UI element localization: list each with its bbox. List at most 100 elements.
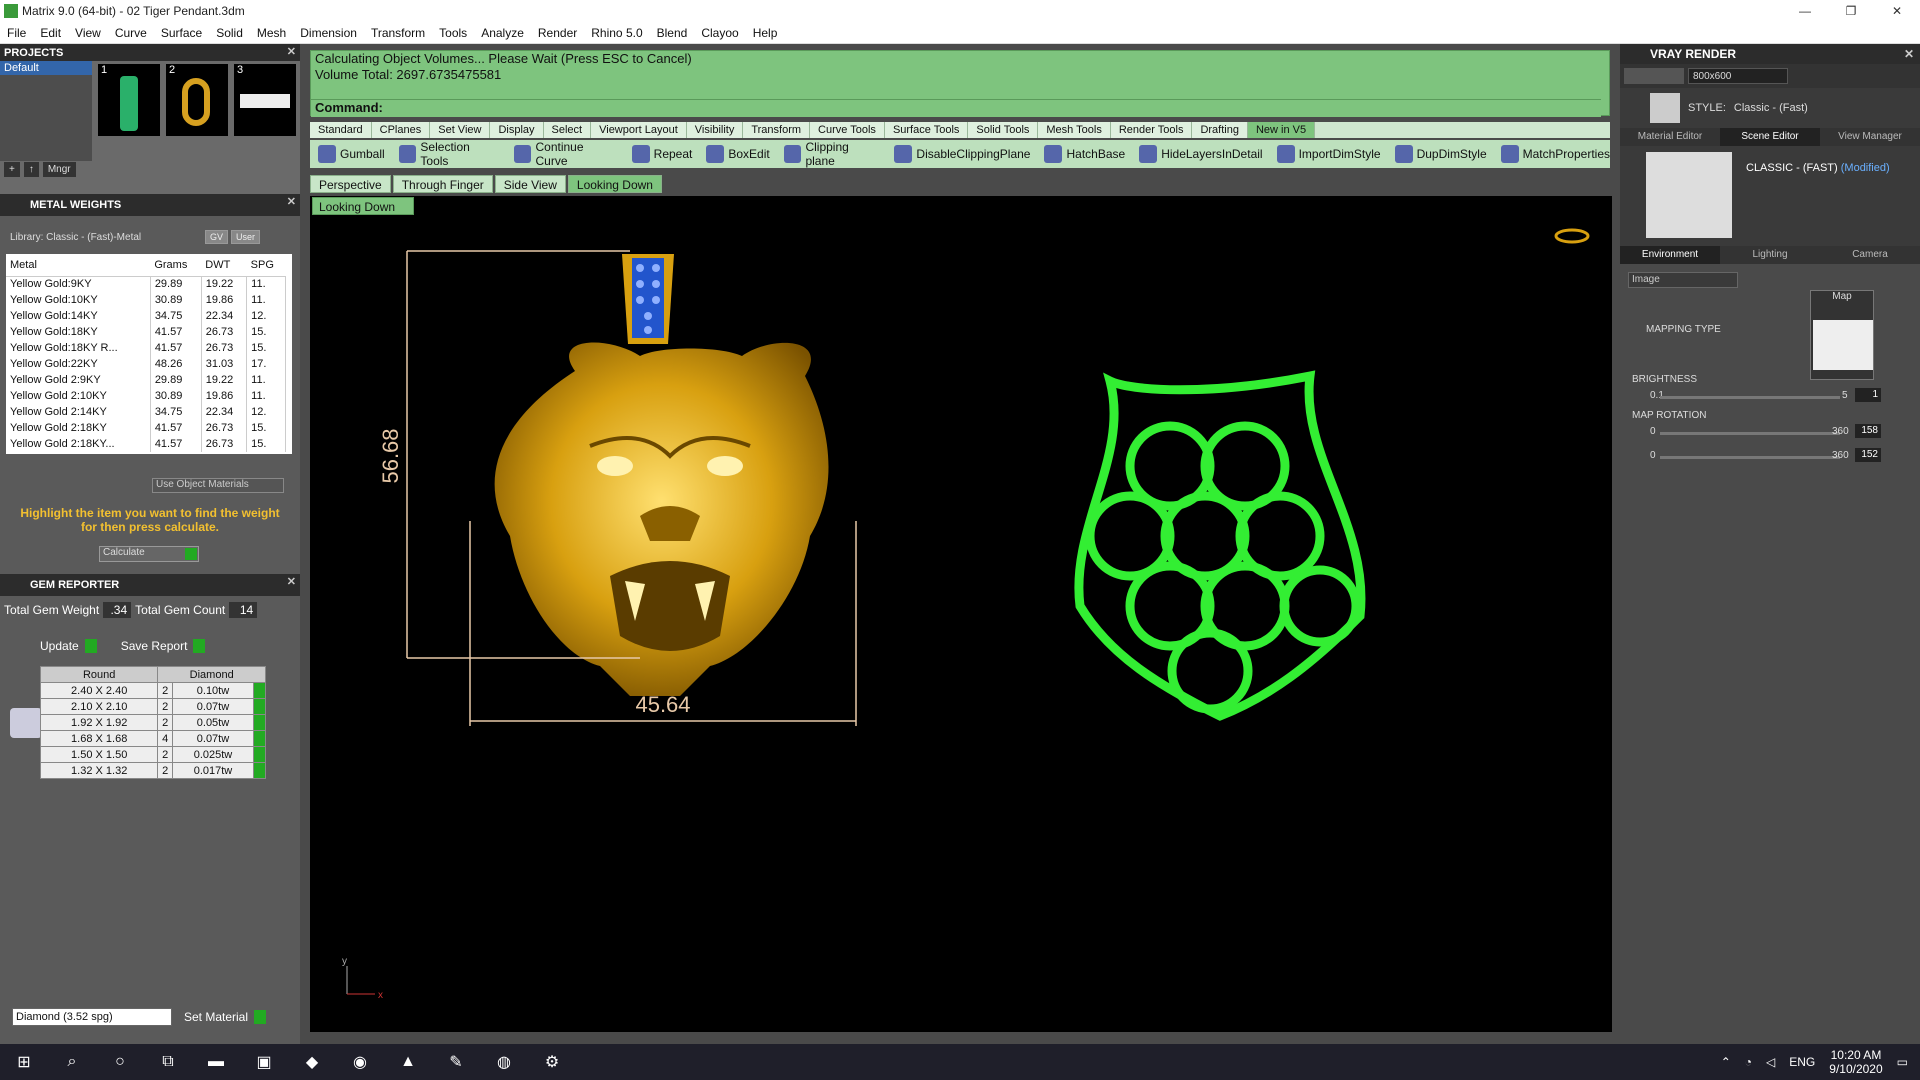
- col-grams[interactable]: Grams: [150, 254, 202, 277]
- env-type-select[interactable]: Image: [1628, 272, 1738, 288]
- toolbar-tab[interactable]: Set View: [430, 122, 491, 138]
- gv-button[interactable]: GV: [205, 230, 229, 244]
- metal-row[interactable]: Yellow Gold 2:18KY... 41.57 26.73 15.: [6, 436, 286, 452]
- render-icon[interactable]: [1624, 68, 1684, 84]
- menu-edit[interactable]: Edit: [33, 26, 68, 40]
- manager-button[interactable]: Mngr: [42, 162, 76, 177]
- menu-surface[interactable]: Surface: [154, 26, 209, 40]
- viewport-tab[interactable]: Looking Down: [567, 175, 662, 193]
- metal-row[interactable]: Yellow Gold:22KY 48.26 31.03 17.: [6, 356, 286, 372]
- toolbar-tab[interactable]: Mesh Tools: [1038, 122, 1111, 138]
- resolution-select[interactable]: 800x600: [1688, 68, 1788, 84]
- brightness-value[interactable]: 1: [1855, 388, 1881, 402]
- menu-help[interactable]: Help: [746, 26, 785, 40]
- metal-row[interactable]: Yellow Gold:18KY R... 41.57 26.73 15.: [6, 340, 286, 356]
- menu-clayoo[interactable]: Clayoo: [694, 26, 745, 40]
- toolbar-button[interactable]: MatchProperties: [1500, 145, 1610, 163]
- search-icon[interactable]: ⌕: [48, 1044, 96, 1080]
- close-icon[interactable]: ✕: [287, 575, 296, 588]
- toolbar-tab[interactable]: CPlanes: [371, 122, 431, 138]
- menu-blend[interactable]: Blend: [650, 26, 695, 40]
- app-gear-icon[interactable]: ⚙: [528, 1044, 576, 1080]
- map-box[interactable]: Map: [1810, 290, 1874, 380]
- metal-row[interactable]: Yellow Gold 2:14KY 34.75 22.34 12.: [6, 404, 286, 420]
- chrome-icon[interactable]: ◍: [480, 1044, 528, 1080]
- toolbar-button[interactable]: Clipping plane: [783, 140, 881, 168]
- play-icon[interactable]: [253, 682, 266, 699]
- wifi-icon[interactable]: ◔: [1745, 1055, 1752, 1069]
- up-button[interactable]: ↑: [23, 162, 39, 177]
- col-spg[interactable]: SPG: [246, 254, 286, 277]
- toolbar-button[interactable]: Selection Tools: [398, 140, 500, 168]
- app-script-icon[interactable]: ✎: [432, 1044, 480, 1080]
- menu-transform[interactable]: Transform: [364, 26, 432, 40]
- close-icon[interactable]: ✕: [287, 45, 296, 58]
- play-icon[interactable]: [253, 698, 266, 715]
- project-thumb-1[interactable]: 1: [98, 64, 160, 136]
- project-thumb-3[interactable]: 3: [234, 64, 296, 136]
- tab-view-manager[interactable]: View Manager: [1820, 128, 1920, 146]
- toolbar-button[interactable]: HatchBase: [1044, 145, 1125, 163]
- rotation1-value[interactable]: 158: [1855, 424, 1881, 438]
- start-icon[interactable]: ⊞: [0, 1044, 48, 1080]
- maximize-button[interactable]: ❐: [1828, 0, 1874, 22]
- brightness-slider[interactable]: [1660, 396, 1840, 399]
- close-icon[interactable]: ✕: [287, 195, 296, 208]
- metal-row[interactable]: Yellow Gold:10KY 30.89 19.86 11.: [6, 292, 286, 308]
- folder-icon[interactable]: ▬: [192, 1044, 240, 1080]
- material-select[interactable]: Diamond (3.52 spg): [12, 1008, 172, 1026]
- col-dwt[interactable]: DWT: [201, 254, 247, 277]
- metal-row[interactable]: Yellow Gold:18KY 41.57 26.73 15.: [6, 324, 286, 340]
- app-icon[interactable]: ◆: [288, 1044, 336, 1080]
- toolbar-button[interactable]: Gumball: [318, 145, 385, 163]
- menu-render[interactable]: Render: [531, 26, 584, 40]
- tab-scene-editor[interactable]: Scene Editor: [1720, 128, 1820, 146]
- toolbar-button[interactable]: Continue Curve: [513, 140, 618, 168]
- toolbar-tab[interactable]: Drafting: [1192, 122, 1248, 138]
- toolbar-tab[interactable]: Render Tools: [1110, 122, 1193, 138]
- toolbar-tab[interactable]: Viewport Layout: [591, 122, 687, 138]
- tray-arrow-icon[interactable]: ⌃: [1721, 1055, 1731, 1069]
- play-icon[interactable]: [253, 714, 266, 731]
- toolbar-button[interactable]: ImportDimStyle: [1276, 145, 1381, 163]
- toolbar-button[interactable]: Repeat: [631, 145, 692, 163]
- toolbar-button[interactable]: HideLayersInDetail: [1139, 145, 1263, 163]
- toolbar-tab[interactable]: New in V5: [1247, 122, 1316, 138]
- app-triangle-icon[interactable]: ▲: [384, 1044, 432, 1080]
- language[interactable]: ENG: [1789, 1055, 1815, 1069]
- cortana-icon[interactable]: ○: [96, 1044, 144, 1080]
- menu-dimension[interactable]: Dimension: [293, 26, 364, 40]
- toolbar-tab[interactable]: Curve Tools: [810, 122, 885, 138]
- rotation2-slider[interactable]: [1660, 456, 1840, 459]
- viewport-tab[interactable]: Through Finger: [392, 175, 493, 193]
- toolbar-tab[interactable]: Solid Tools: [968, 122, 1039, 138]
- project-default[interactable]: Default: [0, 61, 92, 75]
- update-button[interactable]: Update: [40, 639, 97, 653]
- menu-curve[interactable]: Curve: [108, 26, 154, 40]
- project-thumb-2[interactable]: 2: [166, 64, 228, 136]
- metal-row[interactable]: Yellow Gold 2:9KY 29.89 19.22 11.: [6, 372, 286, 388]
- play-icon[interactable]: [253, 730, 266, 747]
- rotation1-slider[interactable]: [1660, 432, 1840, 435]
- command-prompt[interactable]: Command:: [311, 99, 1601, 117]
- metal-row[interactable]: Yellow Gold 2:10KY 30.89 19.86 11.: [6, 388, 286, 404]
- toolbar-tab[interactable]: Display: [490, 122, 544, 138]
- metal-row[interactable]: Yellow Gold:14KY 34.75 22.34 12.: [6, 308, 286, 324]
- play-icon[interactable]: [253, 746, 266, 763]
- viewport-name[interactable]: Looking Down: [312, 197, 415, 215]
- notification-icon[interactable]: ▭: [1897, 1055, 1908, 1069]
- menu-rhino[interactable]: Rhino 5.0: [584, 26, 649, 40]
- col-metal[interactable]: Metal: [6, 254, 151, 277]
- viewport[interactable]: 56.68 45.64 y x: [310, 196, 1612, 1032]
- style-select[interactable]: Classic - (Fast): [1734, 102, 1808, 114]
- menu-solid[interactable]: Solid: [209, 26, 250, 40]
- viewport-tab[interactable]: Side View: [494, 175, 566, 193]
- menu-view[interactable]: View: [68, 26, 108, 40]
- rotation2-value[interactable]: 152: [1855, 448, 1881, 462]
- task-view-icon[interactable]: ⧉: [144, 1044, 192, 1080]
- calculate-button[interactable]: Calculate: [99, 546, 199, 562]
- tab-lighting[interactable]: Lighting: [1720, 246, 1820, 264]
- close-icon[interactable]: ✕: [1904, 44, 1914, 64]
- close-button[interactable]: ✕: [1874, 0, 1920, 22]
- toolbar-tab[interactable]: Standard: [310, 122, 372, 138]
